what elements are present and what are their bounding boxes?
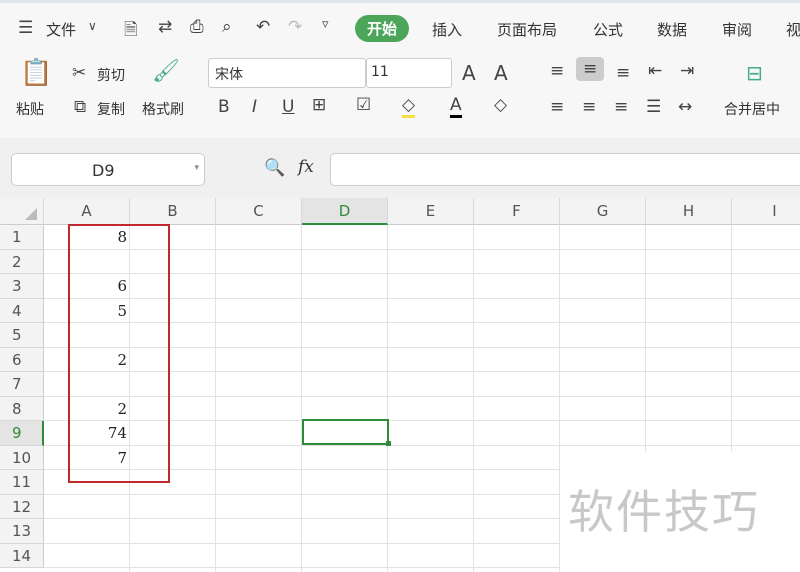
format-painter-button[interactable]: 格式刷 <box>142 99 184 119</box>
row-header-11[interactable]: 11 <box>0 470 44 495</box>
menu-icon[interactable]: ☰ <box>18 18 33 38</box>
merge-icon[interactable]: ⊟ <box>746 61 763 85</box>
tab-page-layout[interactable]: 页面布局 <box>497 19 557 40</box>
row-header-4[interactable]: 4 <box>0 298 44 323</box>
column-header-C[interactable]: C <box>216 198 302 225</box>
italic-button[interactable]: I <box>252 97 257 117</box>
shrink-font-icon[interactable]: A <box>494 61 508 85</box>
row-header-6[interactable]: 6 <box>0 347 44 372</box>
row-header-10[interactable]: 10 <box>0 445 44 470</box>
column-header-I[interactable]: I <box>732 198 800 225</box>
scissors-icon[interactable]: ✂ <box>72 63 86 83</box>
distribute-icon[interactable]: ↔ <box>678 97 692 117</box>
column-header-G[interactable]: G <box>560 198 646 225</box>
cell-style-icon[interactable]: ☑ <box>356 95 371 115</box>
row-header-7[interactable]: 7 <box>0 372 44 397</box>
grid-line <box>473 225 474 572</box>
row-header-8[interactable]: 8 <box>0 396 44 421</box>
align-left-icon[interactable]: ≡ <box>550 97 564 117</box>
row-header-13[interactable]: 13 <box>0 519 44 544</box>
watermark: 软件技巧 <box>568 485 760 539</box>
row-header-2[interactable]: 2 <box>0 249 44 274</box>
align-middle-icon[interactable]: ≡ <box>576 57 605 81</box>
tab-data[interactable]: 数据 <box>657 19 687 40</box>
ribbon-area: ☰ 文件 ∨ 🗎 ⇄ ⎙ ⌕ ↶ ↷ ▿ 开始 插入 页面布局 公式 数据 审阅… <box>0 0 800 138</box>
selected-cell-d9[interactable] <box>302 419 389 445</box>
grow-font-icon[interactable]: A <box>462 61 476 85</box>
share-icon[interactable]: ⇄ <box>158 17 172 37</box>
font-size-select[interactable]: 11 <box>366 58 452 88</box>
align-top-icon[interactable]: ≡ <box>550 61 564 81</box>
column-header-B[interactable]: B <box>130 198 216 225</box>
font-size-value: 11 <box>371 64 389 80</box>
name-box[interactable]: D9 ▾ <box>11 153 205 186</box>
row-header-3[interactable]: 3 <box>0 274 44 299</box>
justify-icon[interactable]: ☰ <box>646 97 661 117</box>
row-header-14[interactable]: 14 <box>0 543 44 568</box>
column-header-E[interactable]: E <box>388 198 474 225</box>
select-all-corner[interactable] <box>0 198 44 225</box>
underline-button[interactable]: U <box>282 97 294 117</box>
row-header-1[interactable]: 1 <box>0 225 44 250</box>
formula-bar: D9 ▾ 🔍 fx <box>0 138 800 198</box>
cut-button[interactable]: 剪切 <box>97 65 125 85</box>
align-right-icon[interactable]: ≡ <box>614 97 628 117</box>
paste-button[interactable]: 粘贴 <box>16 99 44 119</box>
tab-home[interactable]: 开始 <box>355 15 410 42</box>
column-header-H[interactable]: H <box>646 198 732 225</box>
chevron-down-icon[interactable]: ∨ <box>88 19 97 33</box>
tab-insert[interactable]: 插入 <box>432 19 462 40</box>
row-header-5[interactable]: 5 <box>0 323 44 348</box>
fx-button[interactable]: fx <box>298 157 314 177</box>
border-icon[interactable]: ⊞ <box>312 95 326 115</box>
column-header-F[interactable]: F <box>474 198 560 225</box>
fill-color-icon[interactable]: ◇ <box>402 95 416 118</box>
merge-center-button[interactable]: 合并居中 <box>724 99 780 119</box>
paste-icon[interactable]: 📋 <box>20 58 52 88</box>
font-color-button[interactable]: A <box>450 95 462 118</box>
tab-review[interactable]: 审阅 <box>722 19 752 40</box>
column-header-A[interactable]: A <box>44 198 130 225</box>
undo-icon[interactable]: ↶ <box>256 17 270 37</box>
grid-line <box>387 225 388 572</box>
font-name-value: 宋体 <box>215 67 243 83</box>
tab-view[interactable]: 视 <box>786 19 800 40</box>
clear-icon[interactable]: ◇ <box>494 95 507 115</box>
grid-line <box>215 225 216 572</box>
column-header-D[interactable]: D <box>302 198 388 225</box>
grid-line <box>301 225 302 572</box>
format-painter-icon[interactable]: 🖌 <box>152 59 180 84</box>
chevron-down-icon[interactable]: ▾ <box>194 163 199 173</box>
print-icon[interactable]: ⎙ <box>190 17 204 37</box>
zoom-icon[interactable]: 🔍 <box>264 158 285 178</box>
copy-button[interactable]: 复制 <box>97 99 125 119</box>
save-icon[interactable]: 🗎 <box>124 17 138 46</box>
bold-button[interactable]: B <box>218 97 230 117</box>
row-header-9[interactable]: 9 <box>0 421 44 446</box>
align-center-icon[interactable]: ≡ <box>582 97 596 117</box>
fill-handle[interactable] <box>386 441 391 446</box>
align-bottom-icon[interactable]: ≡ <box>616 63 630 83</box>
font-name-select[interactable]: 宋体 <box>208 58 366 88</box>
tab-formulas[interactable]: 公式 <box>593 19 623 40</box>
row-header-12[interactable]: 12 <box>0 494 44 519</box>
file-menu[interactable]: 文件 <box>46 19 76 40</box>
formula-input[interactable] <box>330 153 800 186</box>
decrease-indent-icon[interactable]: ⇤ <box>648 61 662 81</box>
name-box-value: D9 <box>92 161 115 180</box>
copy-icon[interactable]: ⧉ <box>74 97 86 117</box>
redo-icon[interactable]: ↷ <box>288 17 302 37</box>
highlight-box <box>68 224 170 483</box>
preview-icon[interactable]: ⌕ <box>222 17 232 37</box>
increase-indent-icon[interactable]: ⇥ <box>680 61 694 81</box>
more-icon[interactable]: ▿ <box>322 17 329 32</box>
